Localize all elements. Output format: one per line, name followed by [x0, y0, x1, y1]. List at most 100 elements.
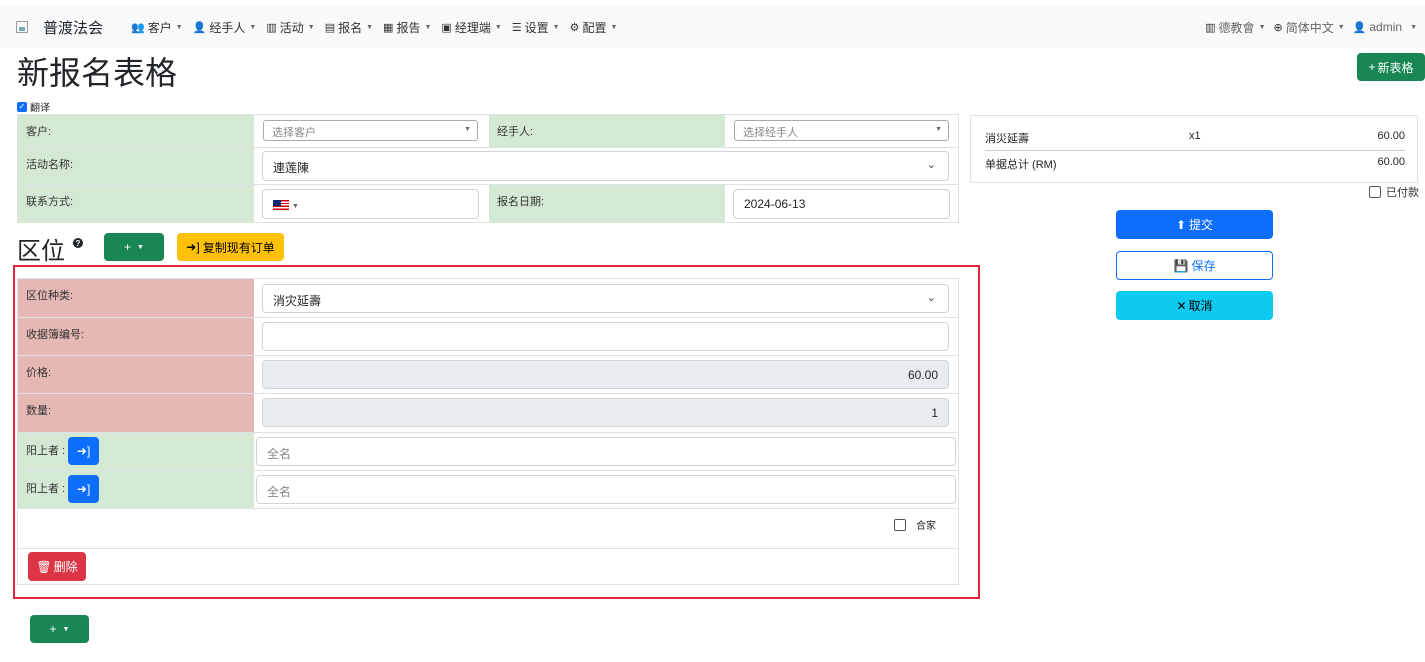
customer-label: 客户:	[18, 115, 254, 147]
phone-input[interactable]: ▼	[262, 189, 479, 219]
nav-item-config[interactable]: ⚙ 配置 ▼	[570, 19, 618, 36]
page-title: 新报名表格	[17, 55, 178, 91]
copy-order-button[interactable]: ➜] 复制现有订单	[177, 233, 284, 261]
nav-item-registration[interactable]: ▤ 报名 ▼	[325, 19, 373, 36]
caret-down-icon: ▼	[552, 23, 560, 31]
chevron-down-icon: ⌄	[926, 159, 936, 171]
nav-item-user[interactable]: 👤 admin ▼	[1353, 20, 1417, 34]
handler-select[interactable]: 选择经手人 ▼	[734, 120, 949, 141]
new-form-button[interactable]: + 新表格	[1357, 53, 1425, 81]
caret-down-icon: ▼	[464, 126, 471, 133]
checkbox-empty-icon[interactable]	[1369, 186, 1381, 198]
form-row-event: 活动名称: 連莲陳 ⌄	[18, 148, 958, 185]
sign-in-icon[interactable]: ➜]	[68, 475, 100, 503]
summary-total: 单据总计 (RM) 60.00	[985, 156, 1405, 171]
caret-down-icon: ▼	[494, 23, 502, 31]
caret-down-icon: ▼	[366, 23, 374, 31]
caret-down-icon: ▼	[610, 23, 618, 31]
brand-name: 普渡法会	[43, 19, 104, 37]
sliders-icon: ☰	[511, 21, 522, 34]
checkbox-checked-icon[interactable]: ✓	[17, 101, 27, 112]
map-icon: ▥	[266, 21, 277, 34]
floppy-disk-icon: 💾	[1173, 258, 1189, 273]
translate-toggle[interactable]: ✓ 翻译	[17, 99, 50, 114]
broken-image-icon	[16, 21, 28, 33]
form-row-contact: 联系方式: ▼ 报名日期: 2024-06-13	[18, 185, 958, 223]
beneficiary-name-input[interactable]: 全名	[256, 475, 956, 504]
user-tie-icon: 👤	[192, 21, 207, 34]
question-circle-icon[interactable]: ?	[73, 238, 83, 248]
slot-row-type: 区位种类: 消灾延壽 ⌄	[18, 279, 958, 318]
date-input[interactable]: 2024-06-13	[733, 189, 950, 219]
slot-row-receipt: 收据簿编号:	[18, 318, 958, 356]
users-icon: 👥	[131, 21, 145, 34]
family-checkbox[interactable]: 合家	[894, 517, 936, 532]
caret-down-icon: ▼	[935, 126, 942, 133]
plus-icon: +	[124, 240, 132, 254]
nav-item-manager[interactable]: ▣ 经理端 ▼	[441, 19, 501, 36]
receipt-label: 收据簿编号:	[18, 318, 254, 355]
globe-icon: ⊕	[1273, 21, 1283, 34]
customer-select[interactable]: 选择客户 ▼	[263, 120, 478, 141]
event-label: 活动名称:	[18, 148, 254, 184]
cancel-button[interactable]: ✕ 取消	[1116, 291, 1273, 320]
slot-row-beneficiary-2: 阳上者 : ➜] 全名	[18, 471, 958, 509]
building-icon: ▥	[1205, 21, 1216, 34]
add-slot-dropdown-button[interactable]: + ▼	[104, 233, 164, 261]
caret-down-icon: ▼	[307, 23, 315, 31]
nav-item-language[interactable]: ⊕ 简体中文 ▼	[1274, 19, 1345, 36]
translate-label: 翻译	[30, 103, 50, 114]
clipboard-icon: ▤	[324, 21, 336, 34]
section-title: 区位	[17, 238, 65, 265]
close-icon: ✕	[1176, 298, 1187, 313]
briefcase-icon: ▣	[441, 21, 452, 34]
nav-item-settings[interactable]: ☰ 设置 ▼	[512, 19, 560, 36]
qty-label: 数量:	[18, 394, 254, 432]
price-label: 价格:	[18, 356, 254, 393]
paid-checkbox[interactable]: 已付款	[1369, 184, 1419, 200]
checkbox-empty-icon[interactable]	[894, 518, 906, 531]
slot-row-family: 合家	[18, 509, 958, 549]
slot-row-qty: 数量: 1	[18, 394, 958, 433]
delete-button[interactable]: 🗑 删除	[28, 552, 86, 581]
event-select[interactable]: 連莲陳 ⌄	[262, 151, 949, 181]
sign-in-icon[interactable]: ➜]	[68, 437, 100, 465]
caret-down-icon: ▼	[175, 23, 183, 31]
receipt-input[interactable]	[262, 322, 949, 351]
brand[interactable]: 普渡法会	[16, 17, 103, 38]
caret-down-icon: ▼	[62, 625, 70, 633]
nav-menu: 👥 客户 ▼ 👤 经手人 ▼ ▥ 活动 ▼ ▤ 报名 ▼ ▦ 报告 ▼ ▣ 经理端 ▼ ☰ 设置 ▼ ⚙ 配置…	[131, 19, 627, 36]
summary-item: 消災延壽 x1 60.00	[985, 130, 1405, 145]
slot-row-price: 价格: 60.00	[18, 356, 958, 394]
file-report-icon: ▦	[383, 21, 394, 34]
caret-down-icon: ▼	[249, 23, 257, 31]
order-summary: 消災延壽 x1 60.00 单据总计 (RM) 60.00	[970, 115, 1418, 183]
nav-item-events[interactable]: ▥ 活动 ▼	[266, 19, 314, 36]
nav-item-reports[interactable]: ▦ 报告 ▼	[383, 19, 431, 36]
nav-item-customers[interactable]: 👥 客户 ▼	[131, 19, 183, 36]
caret-down-icon: ▼	[292, 203, 299, 210]
trash-icon: 🗑	[36, 559, 52, 574]
caret-down-icon: ▼	[1258, 23, 1266, 31]
nav-item-handlers[interactable]: 👤 经手人 ▼	[193, 19, 257, 36]
slot-form: 区位种类: 消灾延壽 ⌄ 收据簿编号: 价格: 60.00 数量: 1 阳上者 :…	[17, 278, 959, 585]
qty-input: 1	[262, 398, 949, 427]
submit-button[interactable]: ⬆ 提交	[1116, 210, 1273, 239]
caret-down-icon: ▼	[1337, 23, 1345, 31]
sign-in-icon: ➜]	[186, 240, 200, 254]
caret-down-icon: ▼	[1410, 23, 1417, 31]
add-slot-dropdown-button-bottom[interactable]: + ▼	[30, 615, 89, 643]
slot-type-select[interactable]: 消灾延壽 ⌄	[262, 284, 949, 313]
plus-icon: +	[1368, 60, 1376, 74]
gear-icon: ⚙	[569, 21, 580, 34]
nav-item-organization[interactable]: ▥ 德教會 ▼	[1205, 19, 1265, 36]
summary-divider	[985, 150, 1405, 151]
beneficiary-name-input[interactable]: 全名	[256, 437, 956, 466]
malaysia-flag-icon[interactable]	[273, 199, 289, 210]
user-icon: 👤	[1352, 21, 1367, 34]
top-navbar: 普渡法会 👥 客户 ▼ 👤 经手人 ▼ ▥ 活动 ▼ ▤ 报名 ▼ ▦ 报告 ▼ ▣ 经理端 ▼ ☰ 设置…	[0, 6, 1425, 48]
caret-down-icon: ▼	[137, 243, 144, 251]
price-input: 60.00	[262, 360, 949, 389]
save-button[interactable]: 💾 保存	[1116, 251, 1273, 280]
main-form: 客户: 选择客户 ▼ 经手人: 选择经手人 ▼ 活动名称: 連莲陳 ⌄ 联系方式: ▼…	[17, 114, 959, 223]
